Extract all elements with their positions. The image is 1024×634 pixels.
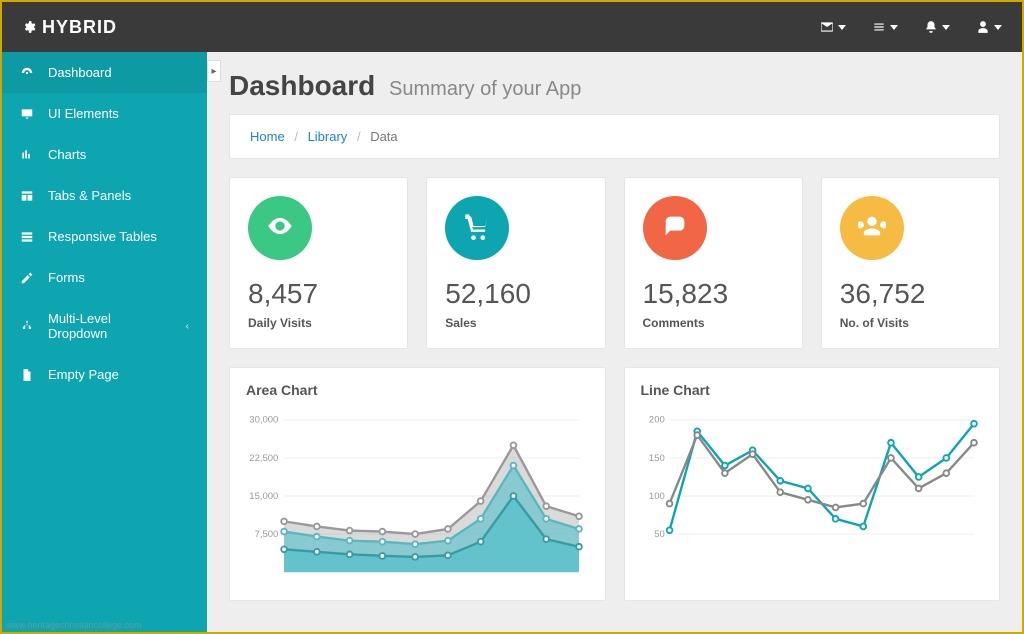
breadcrumb-link[interactable]: Home: [250, 129, 285, 144]
sidebar-item-dropdown[interactable]: Multi-Level Dropdown ‹: [2, 298, 207, 354]
chevron-left-icon: ‹: [186, 321, 189, 332]
sidebar-toggle[interactable]: ▸: [207, 60, 221, 82]
dashboard-icon: [20, 66, 34, 80]
sidebar-label: Empty Page: [48, 367, 119, 382]
sidebar-item-forms[interactable]: Forms: [2, 257, 207, 298]
desktop-icon: [20, 107, 34, 121]
envelope-icon: [820, 20, 834, 34]
stat-icon-circle: [840, 196, 904, 260]
cart-icon: [463, 212, 491, 245]
sitemap-icon: [20, 319, 34, 333]
svg-text:15,000: 15,000: [249, 491, 278, 502]
stat-card-comments: 15,823 Comments: [624, 177, 803, 349]
area-chart: 7,500 15,000 22,500 30,000: [246, 406, 589, 586]
sidebar-label: Dashboard: [48, 65, 112, 80]
sidebar-label: Forms: [48, 270, 85, 285]
list-icon: [872, 20, 886, 34]
svg-text:30,000: 30,000: [249, 415, 278, 426]
gear-icon: [22, 20, 36, 34]
sidebar-item-dashboard[interactable]: Dashboard: [2, 52, 207, 93]
stat-label: Sales: [445, 316, 586, 330]
stat-icon-circle: [643, 196, 707, 260]
area-chart-card: Area Chart 7,500 15,000 22,500 30,000: [229, 367, 606, 601]
line-chart: 50 100 150 200: [641, 406, 984, 586]
mail-menu[interactable]: [820, 20, 846, 34]
stat-label: No. of Visits: [840, 316, 981, 330]
breadcrumb-link[interactable]: Library: [308, 129, 348, 144]
stat-card-visits: 8,457 Daily Visits: [229, 177, 408, 349]
sidebar-label: UI Elements: [48, 106, 119, 121]
chevron-down-icon: [890, 25, 898, 30]
stat-label: Comments: [643, 316, 784, 330]
chevron-down-icon: [994, 25, 1002, 30]
stat-card-sales: 52,160 Sales: [426, 177, 605, 349]
sidebar-label: Responsive Tables: [48, 229, 157, 244]
charts-row: Area Chart 7,500 15,000 22,500 30,000 Line …: [229, 367, 1000, 601]
chart-title: Area Chart: [246, 382, 589, 398]
breadcrumb: Home / Library / Data: [229, 114, 1000, 159]
stat-label: Daily Visits: [248, 316, 389, 330]
breadcrumb-sep: /: [351, 129, 367, 144]
alerts-menu[interactable]: [924, 20, 950, 34]
sidebar: ▸ Dashboard UI Elements Charts Tabs & Pa…: [2, 52, 207, 632]
chevron-down-icon: [942, 25, 950, 30]
svg-text:200: 200: [648, 415, 664, 426]
stat-value: 52,160: [445, 278, 586, 310]
chevron-down-icon: [838, 25, 846, 30]
sidebar-item-tables[interactable]: Responsive Tables: [2, 216, 207, 257]
svg-text:7,500: 7,500: [255, 529, 279, 540]
file-icon: [20, 368, 34, 382]
columns-icon: [20, 189, 34, 203]
list-menu[interactable]: [872, 20, 898, 34]
bell-icon: [924, 20, 938, 34]
user-menu[interactable]: [976, 20, 1002, 34]
svg-text:50: 50: [654, 529, 665, 540]
chat-icon: [661, 212, 689, 245]
eye-icon: [266, 212, 294, 245]
user-icon: [976, 20, 990, 34]
stat-card-novisits: 36,752 No. of Visits: [821, 177, 1000, 349]
sidebar-item-empty[interactable]: Empty Page: [2, 354, 207, 395]
stat-value: 15,823: [643, 278, 784, 310]
watermark: www.heritagechristiancollege.com: [6, 620, 142, 630]
page-title: Dashboard Summary of your App: [229, 70, 1000, 102]
sidebar-label: Charts: [48, 147, 86, 162]
users-icon: [858, 212, 886, 245]
svg-text:150: 150: [648, 453, 664, 464]
title-text: Dashboard: [229, 70, 375, 101]
line-chart-card: Line Chart 50 100 150 200: [624, 367, 1001, 601]
table-icon: [20, 230, 34, 244]
breadcrumb-sep: /: [288, 129, 304, 144]
sidebar-item-charts[interactable]: Charts: [2, 134, 207, 175]
chart-icon: [20, 148, 34, 162]
sidebar-label: Multi-Level Dropdown: [48, 311, 172, 341]
sidebar-item-ui[interactable]: UI Elements: [2, 93, 207, 134]
sidebar-label: Tabs & Panels: [48, 188, 131, 203]
stats-row: 8,457 Daily Visits 52,160 Sales 15,823 C…: [229, 177, 1000, 349]
svg-text:22,500: 22,500: [249, 453, 278, 464]
stat-icon-circle: [445, 196, 509, 260]
chart-title: Line Chart: [641, 382, 984, 398]
svg-text:100: 100: [648, 491, 664, 502]
subtitle-text: Summary of your App: [389, 78, 581, 100]
breadcrumb-current: Data: [370, 129, 397, 144]
stat-value: 36,752: [840, 278, 981, 310]
sidebar-item-tabs[interactable]: Tabs & Panels: [2, 175, 207, 216]
edit-icon: [20, 271, 34, 285]
topbar: HYBRID: [2, 2, 1022, 52]
main-content: Dashboard Summary of your App Home / Lib…: [207, 52, 1022, 632]
topbar-actions: [820, 20, 1002, 34]
brand-name: HYBRID: [42, 17, 117, 38]
stat-icon-circle: [248, 196, 312, 260]
brand[interactable]: HYBRID: [22, 17, 117, 38]
stat-value: 8,457: [248, 278, 389, 310]
